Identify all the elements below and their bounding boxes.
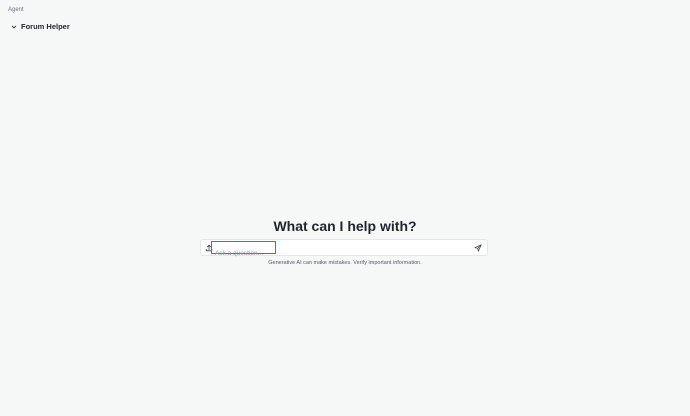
chevron-down-icon	[11, 24, 17, 30]
chat-composer	[200, 239, 488, 259]
ai-disclaimer: Generative AI can make mistakes. Verify …	[268, 260, 422, 266]
agent-selector[interactable]: Forum Helper	[11, 22, 70, 31]
chat-page: Agent Forum Helper What can I help with?…	[0, 0, 690, 416]
page-title: What can I help with?	[273, 218, 417, 234]
send-icon[interactable]	[473, 243, 483, 253]
question-input[interactable]	[212, 248, 275, 259]
agent-name: Forum Helper	[21, 22, 70, 31]
question-input-wrapper	[211, 241, 276, 259]
agent-section-label: Agent	[8, 7, 24, 13]
